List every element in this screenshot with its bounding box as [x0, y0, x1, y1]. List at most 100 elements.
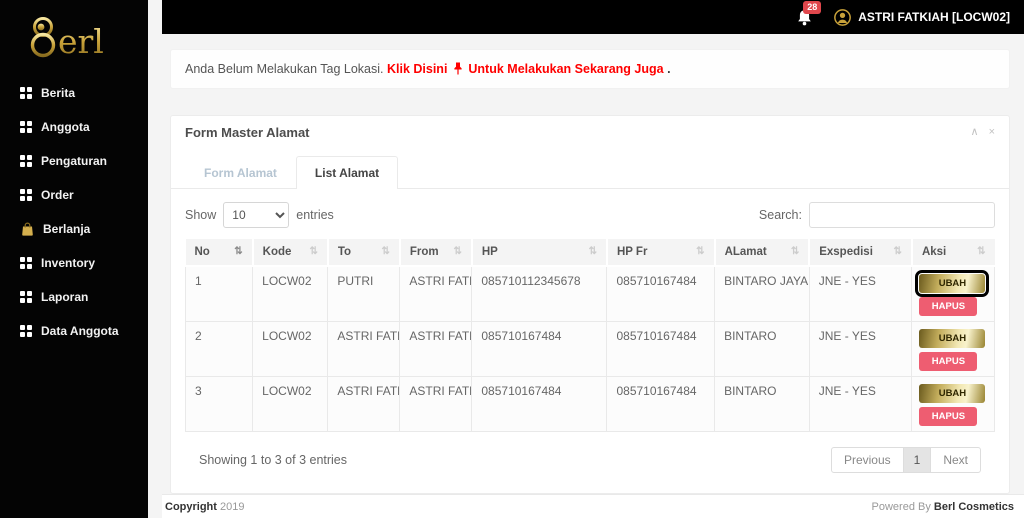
sort-icon: ⇅ [309, 246, 318, 258]
cell-hp-fr: 085710167484 [606, 321, 716, 378]
page-number-button[interactable]: 1 [902, 447, 932, 474]
previous-page-button[interactable]: Previous [830, 447, 904, 474]
user-menu[interactable]: ASTRI FATKIAH [LOCW02] [834, 8, 1010, 26]
sidebar-item-inventory[interactable]: Inventory [0, 246, 148, 280]
cell-hp: 085710112345678 [471, 265, 608, 323]
grid-icon [20, 155, 32, 167]
column-label: Kode [262, 246, 292, 259]
column-header[interactable]: Aksi ⇅ [911, 239, 995, 268]
page-footer: Copyright 2019 Powered By Berl Cosmetics [162, 494, 1024, 518]
notifications-button[interactable]: 28 [797, 0, 822, 26]
cell-kode: LOCW02 [252, 265, 329, 323]
cell-hp: 085710167484 [471, 376, 608, 433]
sort-icon: ⇅ [234, 246, 243, 258]
tab-list-alamat[interactable]: List Alamat [295, 156, 399, 190]
search-input[interactable] [809, 202, 995, 229]
hapus-button[interactable]: HAPUS [919, 297, 978, 317]
cell-aksi: UBAH HAPUS [911, 265, 995, 323]
alert-link[interactable]: Klik Disini [387, 62, 447, 76]
table-body: 1 LOCW02 PUTRI ASTRI FATKIAH 08571011234… [184, 265, 995, 433]
column-header[interactable]: From ⇅ [399, 239, 473, 268]
hapus-button[interactable]: HAPUS [919, 352, 978, 372]
bag-icon [20, 222, 34, 236]
grid-icon [20, 189, 32, 201]
copyright-year: 2019 [220, 500, 245, 513]
sidebar-item-anggota[interactable]: Anggota [0, 110, 148, 144]
alamat-table: No ⇅ Kode ⇅ To ⇅ From ⇅ HP ⇅ HP Fr ⇅ ALa… [184, 239, 995, 433]
tab-form-alamat[interactable]: Form Alamat [185, 156, 296, 189]
alert-link-rest: Untuk Melakukan Sekarang Juga [468, 62, 664, 77]
table-header-row: No ⇅ Kode ⇅ To ⇅ From ⇅ HP ⇅ HP Fr ⇅ ALa… [185, 239, 995, 268]
sidebar-item-label: Data Anggota [41, 324, 119, 338]
cell-hp: 085710167484 [471, 321, 608, 378]
sidebar-item-label: Berita [41, 86, 76, 100]
cell-to: PUTRI [327, 265, 401, 323]
sidebar-item-order[interactable]: Order [0, 178, 148, 212]
content: Anda Belum Melakukan Tag Lokasi. Klik Di… [148, 34, 1024, 495]
sidebar-item-label: Inventory [41, 256, 96, 270]
sidebar-item-berlanja[interactable]: Berlanja [0, 212, 148, 246]
cell-hp-fr: 085710167484 [606, 265, 716, 323]
collapse-icon[interactable]: ∧ [971, 127, 979, 138]
cell-alamat: BINTARO [714, 321, 810, 378]
table-area: Show 10 entries Search: No ⇅ Kode ⇅ To ⇅… [171, 189, 1009, 474]
page-length-select[interactable]: 10 [223, 202, 290, 229]
column-header[interactable]: HP Fr ⇅ [606, 239, 716, 268]
tab-bar: Form Alamat List Alamat [171, 148, 1009, 190]
search-group: Search: [758, 202, 995, 229]
hapus-button[interactable]: HAPUS [919, 407, 978, 427]
table-footer: Showing 1 to 3 of 3 entries Previous 1 N… [185, 432, 995, 474]
ubah-button[interactable]: UBAH [919, 329, 986, 349]
brand-logo[interactable]: erl [0, 4, 148, 68]
show-label: Show [185, 208, 217, 223]
cell-alamat: BINTARO [714, 376, 810, 433]
column-header[interactable]: No ⇅ [185, 239, 254, 268]
powered-by: Powered By Berl Cosmetics [872, 501, 1014, 513]
close-icon[interactable]: × [989, 127, 995, 138]
sort-icon: ⇅ [893, 246, 902, 258]
cell-aksi: UBAH HAPUS [911, 321, 995, 378]
next-page-button[interactable]: Next [930, 447, 981, 474]
column-header[interactable]: To ⇅ [327, 239, 401, 268]
column-label: To [337, 246, 352, 259]
ubah-button[interactable]: UBAH [915, 270, 990, 298]
search-label: Search: [758, 208, 802, 223]
cell-to: ASTRI FATKIAH [327, 376, 401, 433]
entries-label: entries [296, 208, 334, 223]
cell-to: ASTRI FATKIAH [327, 321, 401, 378]
cell-aksi: UBAH HAPUS [911, 376, 995, 433]
powered-brand: Berl Cosmetics [933, 500, 1014, 513]
sort-icon: ⇅ [453, 246, 462, 258]
column-header[interactable]: Kode ⇅ [252, 239, 329, 268]
panel-tools: ∧ × [971, 127, 996, 138]
table-row: 3 LOCW02 ASTRI FATKIAH ASTRI FATKIAH 085… [184, 376, 995, 433]
sidebar-item-data-anggota[interactable]: Data Anggota [0, 314, 148, 348]
user-name: ASTRI FATKIAH [LOCW02] [858, 10, 1010, 25]
sidebar-item-pengaturan[interactable]: Pengaturan [0, 144, 148, 178]
sidebar-nav: Berita Anggota Pengaturan Order Berlanja… [0, 76, 148, 348]
panel-header: Form Master Alamat ∧ × [171, 116, 1009, 148]
column-label: HP Fr [616, 246, 648, 259]
sidebar-item-label: Pengaturan [41, 154, 108, 168]
cell-exspedisi: JNE - YES [808, 265, 913, 323]
avatar-icon [834, 8, 852, 26]
table-row: 2 LOCW02 ASTRI FATKIAH ASTRI FATKIAH 085… [184, 321, 995, 378]
cell-kode: LOCW02 [252, 321, 329, 378]
pushpin-icon [454, 62, 462, 76]
ubah-button[interactable]: UBAH [919, 384, 986, 404]
sidebar-item-label: Berlanja [43, 222, 91, 236]
topbar: 28 ASTRI FATKIAH [LOCW02] [162, 0, 1024, 35]
powered-prefix: Powered By [871, 500, 931, 513]
alert-text: Anda Belum Melakukan Tag Lokasi. [185, 62, 384, 77]
table-info: Showing 1 to 3 of 3 entries [199, 453, 348, 468]
sidebar-item-berita[interactable]: Berita [0, 76, 148, 110]
column-header[interactable]: ALamat ⇅ [714, 239, 811, 268]
column-header[interactable]: HP ⇅ [471, 239, 608, 268]
sort-icon: ⇅ [588, 246, 597, 258]
cell-exspedisi: JNE - YES [808, 376, 913, 433]
cell-no: 3 [184, 376, 254, 433]
sidebar-item-laporan[interactable]: Laporan [0, 280, 148, 314]
column-header[interactable]: Exspedisi ⇅ [809, 239, 913, 268]
grid-icon [20, 325, 32, 337]
cell-no: 2 [184, 321, 254, 378]
